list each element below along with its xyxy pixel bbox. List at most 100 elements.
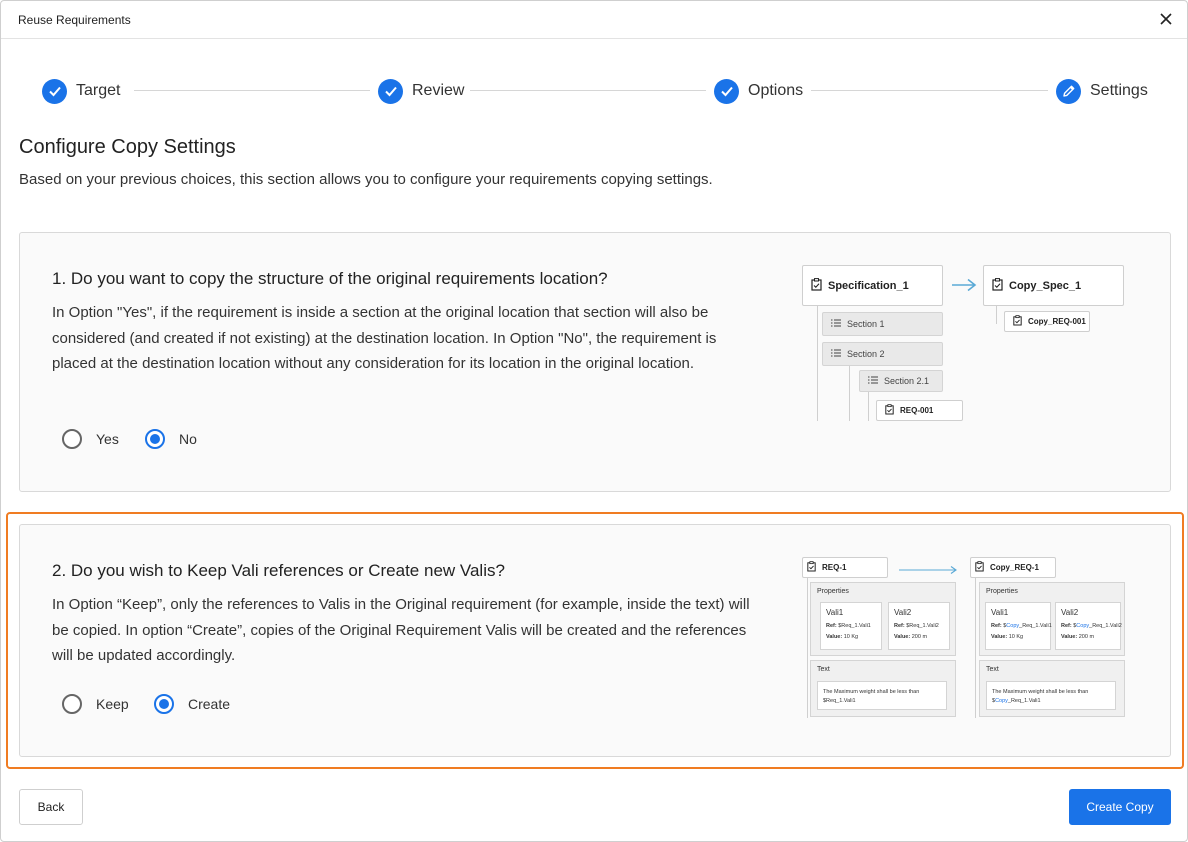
- radio-label: Yes: [96, 431, 119, 447]
- ref-label: Ref:: [1061, 623, 1072, 629]
- list-icon: [831, 349, 841, 359]
- dialog-title: Reuse Requirements: [18, 13, 131, 27]
- ref-value: $Req_1.Vali2: [906, 623, 939, 629]
- properties-label: Properties: [817, 588, 849, 595]
- clipboard-icon: [992, 277, 1003, 294]
- step-options[interactable]: Options: [714, 77, 803, 105]
- arrow-right-icon: [951, 278, 977, 297]
- arrow-right-icon: [898, 562, 958, 580]
- source-spec-label: Specification_1: [828, 279, 909, 292]
- copied-req-box: Copy_REQ-001: [1004, 311, 1090, 332]
- section-1-box: Section 1: [822, 312, 943, 336]
- section-21-box: Section 2.1: [859, 370, 943, 392]
- ref-copy-highlight: Copy: [1006, 623, 1020, 629]
- clipboard-icon: [885, 404, 894, 417]
- target-req-label: Copy_REQ-1: [990, 563, 1039, 572]
- step-target[interactable]: Target: [42, 77, 120, 105]
- check-icon: [378, 78, 403, 104]
- clipboard-icon: [975, 561, 984, 574]
- req-label: REQ-001: [900, 406, 934, 415]
- structure-illustration: Specification_1 Copy_Spec_1 Section 1 Se…: [802, 265, 1142, 425]
- back-button[interactable]: Back: [19, 789, 83, 825]
- vali1-card: Vali1 Ref: $Copy_Req_1.Vali1 Value: 10 K…: [985, 602, 1052, 650]
- ref-copy-highlight: Copy: [1076, 623, 1090, 629]
- step-label: Review: [412, 82, 465, 99]
- ref-suffix: _Req_1.Vali1: [1019, 623, 1052, 629]
- ref-label: Ref:: [991, 623, 1002, 629]
- value-label: Value:: [894, 634, 911, 640]
- text-value: The Maximum weight shall be less than $R…: [823, 689, 920, 704]
- ref-label: Ref:: [894, 623, 905, 629]
- vali-name: Vali1: [826, 608, 844, 617]
- create-copy-button[interactable]: Create Copy: [1069, 789, 1171, 825]
- question-title: 2. Do you wish to Keep Vali references o…: [52, 561, 505, 580]
- vali-name: Vali1: [991, 608, 1009, 617]
- step-label: Target: [76, 82, 121, 99]
- section-2-box: Section 2: [822, 342, 943, 366]
- ref-value: $Req_1.Vali1: [838, 623, 871, 629]
- copied-req-label: Copy_REQ-001: [1028, 317, 1086, 326]
- value-label: Value:: [991, 634, 1008, 640]
- page-description: Based on your previous choices, this sec…: [19, 171, 713, 188]
- req-box: REQ-001: [876, 400, 963, 421]
- page-title: Configure Copy Settings: [19, 136, 236, 158]
- ref-suffix: _Req_1.Vali2: [1089, 623, 1122, 629]
- source-req-label: REQ-1: [822, 563, 847, 572]
- target-spec-box: Copy_Spec_1: [983, 265, 1124, 306]
- value-value: 200 m: [1078, 634, 1095, 640]
- clipboard-icon: [811, 277, 822, 294]
- question-title: 1. Do you want to copy the structure of …: [52, 269, 608, 288]
- close-icon[interactable]: [1155, 8, 1177, 30]
- section-label: Section 1: [847, 319, 885, 329]
- step-label: Options: [748, 82, 804, 99]
- source-text-panel: Text The Maximum weight shall be less th…: [810, 660, 956, 717]
- text-label: Text: [986, 666, 999, 673]
- source-spec-box: Specification_1: [802, 265, 943, 306]
- stepper: Target Review Options Settings: [1, 77, 1187, 105]
- step-connector: [134, 90, 370, 91]
- question-description: In Option "Yes", if the requirement is i…: [52, 304, 717, 372]
- radio-keep[interactable]: Keep: [62, 694, 129, 714]
- radio-circle: [145, 429, 165, 449]
- check-icon: [42, 78, 67, 104]
- text-copy-highlight: Copy: [995, 698, 1008, 704]
- question-description: In Option “Keep”, only the references to…: [52, 596, 750, 664]
- target-properties-panel: Properties Vali1 Ref: $Copy_Req_1.Vali1 …: [979, 582, 1125, 656]
- step-review[interactable]: Review: [378, 77, 464, 105]
- vali-name: Vali2: [1061, 608, 1079, 617]
- section-label: Section 2.1: [884, 376, 930, 386]
- structure-question-card: 1. Do you want to copy the structure of …: [19, 232, 1171, 492]
- target-req-box: Copy_REQ-1: [970, 557, 1056, 578]
- pencil-icon: [1056, 78, 1081, 104]
- radio-create[interactable]: Create: [154, 694, 230, 714]
- text-label: Text: [817, 666, 830, 673]
- radio-yes[interactable]: Yes: [62, 429, 119, 449]
- radio-circle: [62, 694, 82, 714]
- radio-circle: [154, 694, 174, 714]
- vali-name: Vali2: [894, 608, 912, 617]
- value-label: Value:: [826, 634, 843, 640]
- target-spec-label: Copy_Spec_1: [1009, 279, 1082, 292]
- vali-question-card: 2. Do you wish to Keep Vali references o…: [19, 524, 1171, 757]
- step-settings[interactable]: Settings: [1056, 77, 1148, 105]
- value-label: Value:: [1061, 634, 1078, 640]
- dialog-titlebar: Reuse Requirements: [1, 1, 1187, 39]
- vali2-card: Vali2 Ref: $Req_1.Vali2 Value: 200 m: [888, 602, 950, 650]
- properties-label: Properties: [986, 588, 1018, 595]
- section-label: Section 2: [847, 349, 885, 359]
- value-value: 10 Kg: [843, 634, 859, 640]
- ref-label: Ref:: [826, 623, 837, 629]
- check-icon: [714, 78, 739, 104]
- radio-label: No: [179, 431, 197, 447]
- step-connector: [811, 90, 1048, 91]
- list-icon: [831, 319, 841, 329]
- value-value: 200 m: [911, 634, 928, 640]
- clipboard-icon: [807, 561, 816, 574]
- radio-label: Keep: [96, 696, 129, 712]
- target-text-box: The Maximum weight shall be less than $C…: [986, 681, 1116, 710]
- vali2-card: Vali2 Ref: $Copy_Req_1.Vali2 Value: 200 …: [1055, 602, 1122, 650]
- reuse-requirements-dialog: Reuse Requirements Target Review Options: [0, 0, 1188, 842]
- radio-no[interactable]: No: [145, 429, 197, 449]
- target-text-panel: Text The Maximum weight shall be less th…: [979, 660, 1125, 717]
- vali1-card: Vali1 Ref: $Req_1.Vali1 Value: 10 Kg: [820, 602, 882, 650]
